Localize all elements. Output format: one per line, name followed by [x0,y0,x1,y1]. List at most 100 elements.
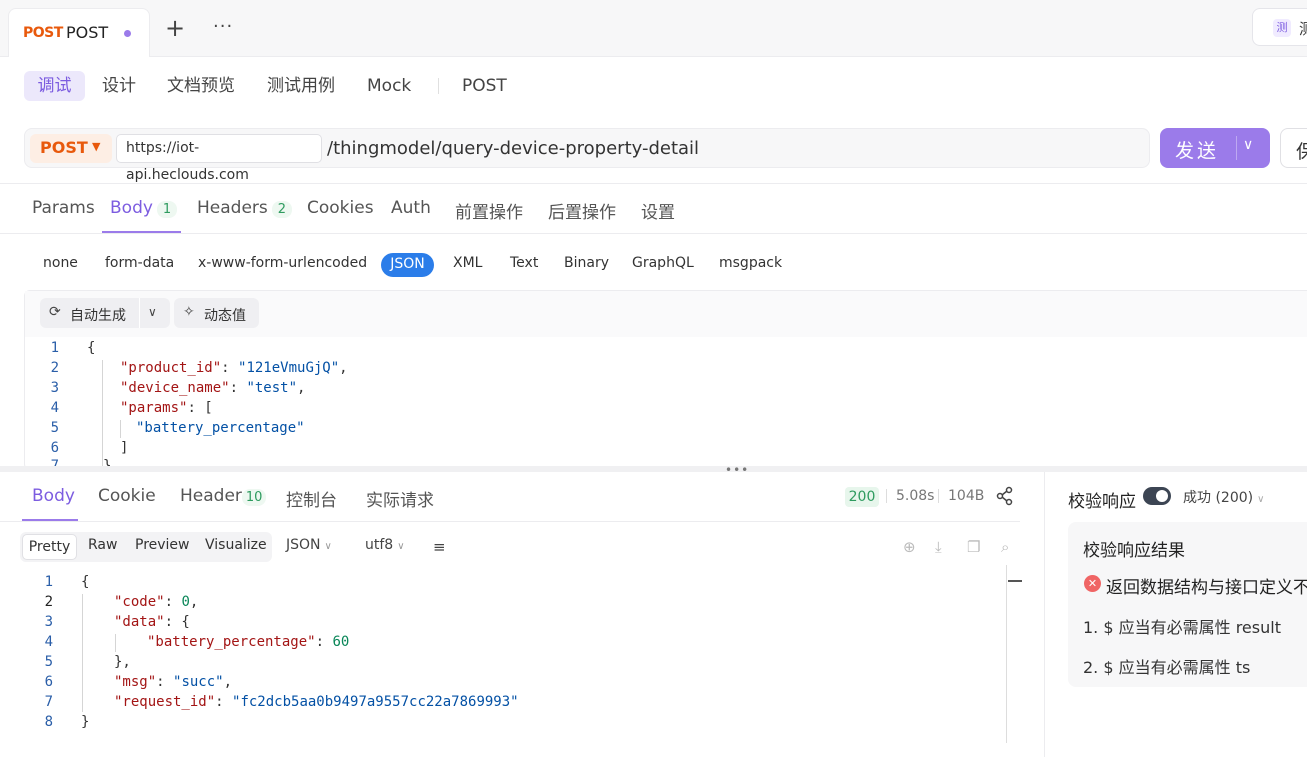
dynamic-value-button[interactable]: ✧ 动态值 [174,298,259,328]
body-type-xml[interactable]: XML [453,253,482,277]
line-number: 8 [44,714,53,730]
request-tab-method: POST [23,25,63,41]
pane-splitter[interactable] [0,466,1307,472]
mode-tab-doc-preview[interactable]: 文档预览 [167,71,235,101]
upload-icon[interactable]: ⊕ [903,538,916,556]
tab-pre-ops[interactable]: 前置操作 [455,198,523,223]
search-icon[interactable]: ⌕ [1001,538,1009,556]
url-path-input[interactable]: /thingmodel/query-device-property-detail [327,138,699,159]
line-number: 3 [50,380,59,396]
tab-body[interactable]: Body 1 [110,198,178,218]
code-line: "request_id": "fc2dcb5aa0b9497a9557cc22a… [114,694,519,710]
scrollbar[interactable] [1006,565,1007,743]
line-number: 5 [44,654,53,670]
save-button[interactable]: 保 [1280,128,1307,168]
tab-headers[interactable]: Headers 2 [197,198,293,218]
tab-post-ops[interactable]: 后置操作 [548,198,616,223]
json-value: "121eVmuGjQ" [238,360,340,376]
code-line: ] [120,440,128,456]
response-tab-body[interactable]: Body [32,486,75,506]
validate-status-value: 成功 (200) [1183,490,1254,506]
word-wrap-icon[interactable]: ≡ [433,538,446,556]
mode-tab-test-cases[interactable]: 测试用例 [267,71,335,101]
body-type-msgpack[interactable]: msgpack [719,253,782,277]
divider [0,183,1307,184]
view-visualize-button[interactable]: Visualize [205,537,267,553]
format-select-value: JSON [286,537,321,553]
body-type-binary[interactable]: Binary [564,253,609,277]
share-icon[interactable] [996,486,1014,510]
tab-settings[interactable]: 设置 [641,198,675,223]
status-badge: 200 [845,487,879,507]
response-tab-actual-request[interactable]: 实际请求 [366,486,434,511]
view-preview-button[interactable]: Preview [135,537,190,553]
environment-label: 测 [1299,20,1307,38]
magic-wand-icon: ✧ [183,304,195,320]
format-select[interactable]: JSON ∨ [286,537,332,553]
auto-generate-button[interactable]: ⟳ 自动生成 ∨ [40,298,170,328]
tab-cookies[interactable]: Cookies [307,198,374,218]
view-pretty-button[interactable]: Pretty [22,534,77,560]
more-icon[interactable]: ··· [213,16,233,37]
send-button[interactable]: 发送 ∨ [1160,128,1270,168]
line-number: 6 [44,674,53,690]
response-tab-body-label: Body [32,486,75,506]
json-key: "product_id" [120,360,222,376]
mode-tab-name[interactable]: POST [462,71,507,101]
drag-handle-icon[interactable]: ••• [725,463,749,477]
body-type-graphql[interactable]: GraphQL [632,253,694,277]
response-tab-actual-request-label: 实际请求 [366,491,434,511]
tab-params-label: Params [32,198,95,218]
line-number: 1 [44,574,53,590]
validation-item: 2. $ 应当有必需属性 ts [1083,658,1251,677]
response-tab-header[interactable]: Header 10 [180,486,267,506]
line-number: 6 [50,440,59,456]
tab-body-label: Body [110,198,153,218]
method-select[interactable]: POST ▼ [30,134,112,163]
divider [0,521,1020,522]
body-type-form-data[interactable]: form-data [105,253,174,277]
tab-bar [0,0,1307,57]
body-type-urlencoded[interactable]: x-www-form-urlencoded [198,253,367,277]
code-line: { [81,574,90,590]
mode-tab-mock[interactable]: Mock [367,71,411,101]
add-tab-icon[interactable]: + [164,16,186,40]
mode-tab-debug[interactable]: 调试 [24,71,85,101]
chevron-down-icon: ∨ [1257,494,1265,505]
response-tab-cookie[interactable]: Cookie [98,486,156,506]
request-tab[interactable]: POST POST [8,8,150,57]
encoding-select[interactable]: utf8 ∨ [365,537,405,553]
json-value: "fc2dcb5aa0b9497a9557cc22a7869993" [232,694,519,710]
download-icon[interactable]: ⤓ [935,538,942,556]
copy-icon[interactable]: ❐ [967,538,980,556]
view-raw-button[interactable]: Raw [88,537,117,553]
code-token: { [87,340,96,356]
chevron-down-icon[interactable]: ∨ [1243,137,1253,153]
chevron-down-icon[interactable]: ∨ [148,305,157,319]
environment-badge: 测 [1273,19,1291,37]
response-tab-header-count: 10 [241,489,267,506]
validation-error-message: 返回数据结构与接口定义不 [1106,578,1307,598]
chevron-down-icon: ▼ [92,140,101,153]
body-type-none[interactable]: none [43,253,78,277]
code-line: "product_id": "121eVmuGjQ", [120,360,348,376]
response-tab-cookie-label: Cookie [98,486,156,506]
base-url-chip[interactable]: https://iot-api.heclouds.com [116,134,322,183]
body-type-text[interactable]: Text [510,253,538,277]
tab-auth[interactable]: Auth [391,198,431,218]
code-line: "battery_percentage" [136,420,305,436]
tab-params[interactable]: Params [32,198,95,218]
mode-tab-design[interactable]: 设计 [102,71,136,101]
json-key: "msg" [114,674,157,690]
body-type-json[interactable]: JSON [381,253,434,277]
divider [0,233,1307,234]
validate-toggle[interactable] [1143,487,1171,505]
response-tab-console[interactable]: 控制台 [286,486,337,511]
validate-status-select[interactable]: 成功 (200) ∨ [1183,487,1264,507]
response-tab-console-label: 控制台 [286,491,337,511]
json-bracket: [ [204,400,213,416]
mode-divider [438,78,439,94]
environment-select[interactable]: 测 测 [1252,8,1307,46]
line-number: 1 [50,340,59,356]
tab-headers-count: 2 [271,201,293,218]
